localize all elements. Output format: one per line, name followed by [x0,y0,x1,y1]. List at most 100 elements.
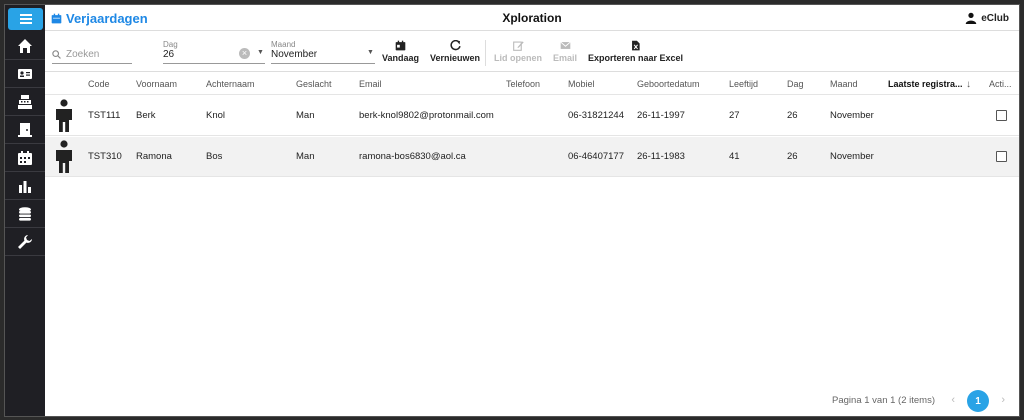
edit-icon [512,41,524,51]
today-button[interactable]: Vandaag [382,40,419,63]
open-member-button[interactable]: Lid openen [494,40,542,63]
excel-file-icon [632,40,640,51]
menu-toggle-button[interactable] [8,8,43,30]
home-icon [18,39,32,53]
app-title: Xploration [502,11,562,25]
chevron-right-icon[interactable]: › [1001,394,1005,406]
toolbar-separator [485,40,486,66]
chevron-down-icon[interactable]: ▼ [257,49,264,56]
sidebar-item-calendar[interactable] [5,145,45,172]
calendar-icon [18,151,32,165]
chevron-left-icon[interactable]: ‹ [951,394,955,406]
app-window: Verjaardagen Xploration eClub Zoeken Dag… [4,4,1020,417]
cell-email: ramona-bos6830@aol.ca [359,151,466,162]
active-checkbox[interactable] [996,151,1007,162]
column-header-mobiel[interactable]: Mobiel [568,79,595,89]
today-label: Vandaag [382,53,420,63]
month-label: Maand [271,40,296,49]
table-row[interactable]: TST310 Ramona Bos Man ramona-bos6830@aol… [45,137,1019,177]
door-icon [18,123,32,137]
user-name: eClub [981,12,1009,24]
hamburger-icon [19,14,32,24]
day-field[interactable]: Dag 26 × ▼ [163,40,265,64]
table-header: Code Voornaam Achternaam Geslacht Email … [45,73,1019,95]
cell-code: TST111 [88,110,121,121]
email-label: Email [553,53,578,63]
cell-achternaam: Knol [206,110,226,121]
cell-email: berk-knol9802@protonmail.com [359,110,494,121]
column-header-leeftijd[interactable]: Leeftijd [729,79,758,89]
column-header-achternaam[interactable]: Achternaam [206,79,255,89]
column-header-telefoon[interactable]: Telefoon [506,79,540,89]
cell-dag: 26 [787,151,798,162]
cell-leeftijd: 41 [729,151,740,162]
search-placeholder: Zoeken [66,49,100,60]
day-value: 26 [163,49,175,60]
email-button[interactable]: Email [553,40,577,63]
refresh-label: Vernieuwen [430,53,481,63]
cell-geslacht: Man [296,110,315,121]
column-header-code[interactable]: Code [88,79,110,89]
envelope-icon [559,41,571,49]
cell-voornaam: Ramona [136,151,172,162]
search-icon [52,50,61,59]
cell-dag: 26 [787,110,798,121]
cell-mobiel: 06-31821244 [568,110,624,121]
column-header-email[interactable]: Email [359,79,382,89]
page-button-current[interactable]: 1 [967,390,989,412]
user-icon [965,12,977,24]
calendar-icon [395,40,406,51]
sidebar-item-cashier[interactable] [5,89,45,116]
column-header-geslacht[interactable]: Geslacht [296,79,332,89]
cell-achternaam: Bos [206,151,223,162]
person-icon [56,140,72,173]
cell-mobiel: 06-46407177 [568,151,624,162]
column-header-dag[interactable]: Dag [787,79,804,89]
cell-geslacht: Man [296,151,315,162]
cash-register-icon [18,95,32,109]
wrench-icon [18,235,32,249]
sidebar [5,5,45,416]
column-header-maand[interactable]: Maand [830,79,858,89]
cell-voornaam: Berk [136,110,156,121]
day-label: Dag [163,40,178,49]
cell-geboortedatum: 26-11-1997 [637,110,685,121]
toolbar: Zoeken Dag 26 × ▼ Maand November ▼ Vanda… [45,32,1019,72]
bar-chart-icon [19,181,31,193]
column-header-voornaam[interactable]: Voornaam [136,79,177,89]
pagination: Pagina 1 van 1 (2 items) ‹ 1 › [45,386,1019,416]
export-excel-button[interactable]: Exporteren naar Excel [588,40,683,63]
column-header-geboortedatum[interactable]: Geboortedatum [637,79,700,89]
clear-icon[interactable]: × [239,48,250,59]
cell-code: TST310 [88,151,122,162]
cell-leeftijd: 27 [729,110,740,121]
id-card-icon [18,69,32,79]
coins-icon [19,207,31,221]
open-member-label: Lid openen [494,53,542,63]
pagination-summary: Pagina 1 van 1 (2 items) [832,395,935,406]
table-row[interactable]: TST111 Berk Knol Man berk-knol9802@proto… [45,96,1019,136]
cell-maand: November [830,110,874,121]
column-header-laatste-registratie[interactable]: Laatste registra... [888,79,963,89]
top-bar: Verjaardagen Xploration eClub [45,5,1019,31]
export-excel-label: Exporteren naar Excel [588,53,684,63]
person-icon [56,99,72,132]
sidebar-item-settings[interactable] [5,229,45,256]
chevron-down-icon: ▼ [367,49,374,56]
cell-geboortedatum: 26-11-1983 [637,151,685,162]
refresh-button[interactable]: Vernieuwen [430,40,480,63]
sidebar-item-reports[interactable] [5,173,45,200]
sidebar-item-members[interactable] [5,61,45,88]
sidebar-item-access[interactable] [5,117,45,144]
main-content: Verjaardagen Xploration eClub Zoeken Dag… [45,5,1019,416]
user-menu[interactable]: eClub [965,12,1009,24]
sort-desc-icon[interactable]: ↓ [966,79,971,90]
sidebar-item-finance[interactable] [5,201,45,228]
column-header-actief[interactable]: Acti... [989,79,1012,89]
month-select[interactable]: Maand November ▼ [271,40,375,64]
search-input[interactable]: Zoeken [52,40,132,64]
active-checkbox[interactable] [996,110,1007,121]
refresh-icon [449,40,461,51]
month-value: November [271,49,318,60]
sidebar-item-home[interactable] [5,33,45,60]
